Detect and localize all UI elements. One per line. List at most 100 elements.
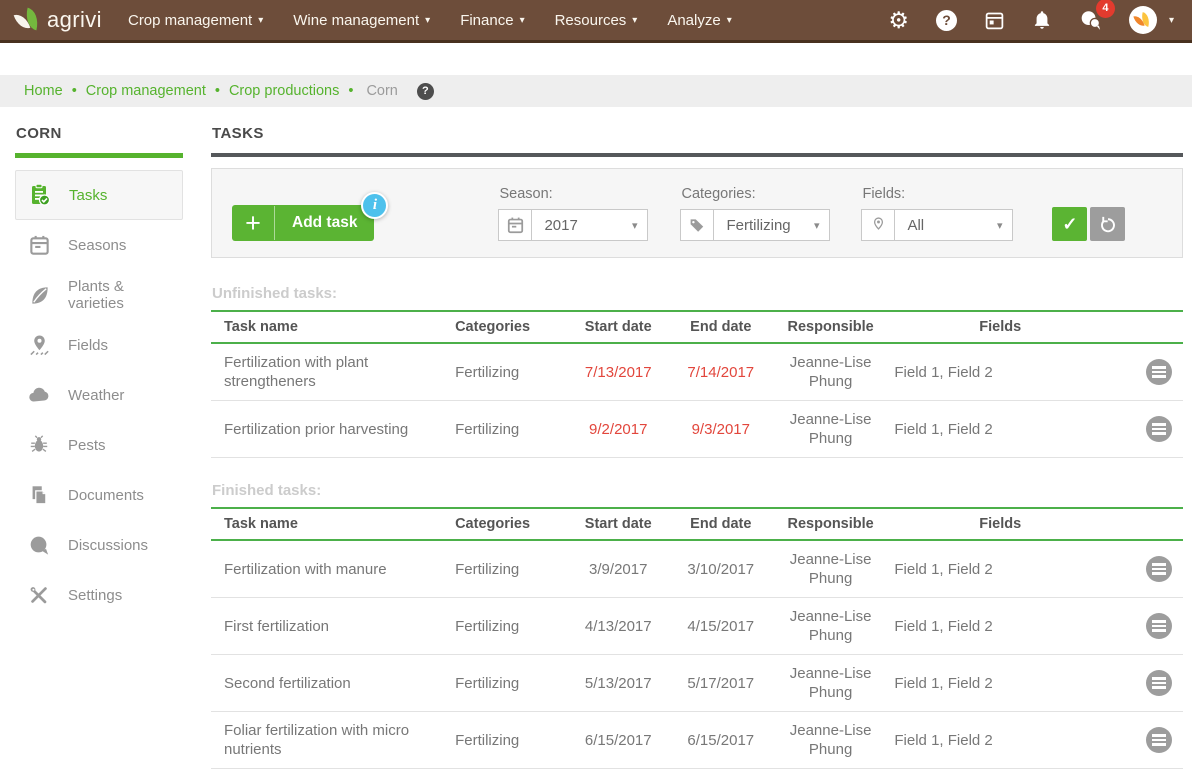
categories-select[interactable]: Fertilizing — [680, 209, 830, 241]
sidebar-item-discussions[interactable]: Discussions — [15, 520, 183, 570]
season-filter-group: Season: 2017 — [498, 186, 648, 241]
tag-icon — [681, 210, 714, 240]
sidebar-title: CORN — [16, 125, 183, 142]
calendar-icon — [499, 210, 532, 240]
table-row[interactable]: Fertilization with plant strengtheners F… — [211, 343, 1183, 401]
column-header: Fields — [890, 508, 1110, 540]
sidebar-item-label: Seasons — [68, 237, 126, 254]
end-date-cell: 6/15/2017 — [671, 712, 771, 769]
page-help-icon[interactable] — [417, 83, 434, 100]
chevron-down-icon — [632, 216, 648, 234]
sidebar-item-tasks[interactable]: Tasks — [15, 170, 183, 220]
fields-filter-group: Fields: All — [861, 186, 1013, 241]
category-cell: Fertilizing — [451, 343, 566, 401]
breadcrumb-current-page: Corn — [366, 83, 397, 99]
tasks-table: Task nameCategoriesStart dateEnd dateRes… — [211, 310, 1183, 458]
bell-icon[interactable] — [1032, 10, 1052, 30]
table-header-row: Task nameCategoriesStart dateEnd dateRes… — [211, 508, 1183, 540]
end-date-cell: 5/17/2017 — [671, 655, 771, 712]
breadcrumb-link-home[interactable]: Home — [24, 83, 63, 99]
row-menu-icon[interactable] — [1146, 670, 1172, 696]
sidebar-item-documents[interactable]: Documents — [15, 470, 183, 520]
gear-icon[interactable] — [888, 9, 909, 32]
category-cell: Fertilizing — [451, 401, 566, 458]
row-action-cell — [1110, 598, 1183, 655]
column-header: Categories — [451, 311, 566, 343]
sidebar-accent-rule — [15, 153, 183, 158]
messages-icon[interactable]: 4 — [1079, 9, 1102, 32]
row-action-cell — [1110, 540, 1183, 598]
sidebar-item-weather[interactable]: Weather — [15, 370, 183, 420]
add-task-button[interactable]: Add task — [232, 205, 374, 241]
column-header: Task name — [211, 311, 451, 343]
row-menu-icon[interactable] — [1146, 416, 1172, 442]
nav-item-resources[interactable]: Resources — [555, 12, 638, 29]
season-value: 2017 — [532, 217, 631, 234]
top-navigation-bar: agrivi Crop management Wine management F… — [0, 0, 1192, 43]
nav-item-wine-management[interactable]: Wine management — [293, 12, 430, 29]
nav-item-crop-management[interactable]: Crop management — [128, 12, 263, 29]
refresh-button[interactable] — [1090, 207, 1125, 241]
sidebar-item-seasons[interactable]: Seasons — [15, 220, 183, 270]
season-label: Season: — [499, 186, 648, 202]
categories-label: Categories: — [681, 186, 830, 202]
table-row[interactable]: Fertilization with manure Fertilizing 3/… — [211, 540, 1183, 598]
row-menu-icon[interactable] — [1146, 613, 1172, 639]
page-title: TASKS — [212, 125, 1183, 142]
breadcrumb-link-crop-management[interactable]: Crop management — [86, 83, 206, 99]
sidebar-item-pests[interactable]: Pests — [15, 420, 183, 470]
responsible-cell: Jeanne-Lise Phung — [771, 401, 891, 458]
categories-value: Fertilizing — [714, 217, 813, 234]
sidebar-item-label: Pests — [68, 437, 106, 454]
column-header: Fields — [890, 311, 1110, 343]
column-header-actions — [1110, 311, 1183, 343]
calendar-icon[interactable] — [984, 10, 1005, 31]
breadcrumb-link-crop-productions[interactable]: Crop productions — [229, 83, 339, 99]
agrivi-logo[interactable]: agrivi — [14, 6, 102, 34]
start-date-cell: 7/13/2017 — [566, 343, 671, 401]
sidebar-item-label: Plants & varieties — [68, 278, 171, 312]
user-menu[interactable] — [1129, 6, 1174, 34]
nav-item-analyze[interactable]: Analyze — [667, 12, 731, 29]
fields-value: All — [895, 217, 996, 234]
sidebar-item-settings[interactable]: Settings — [15, 570, 183, 620]
end-date-cell: 9/3/2017 — [671, 401, 771, 458]
table-row[interactable]: Foliar fertilization with micro nutrient… — [211, 712, 1183, 769]
row-menu-icon[interactable] — [1146, 359, 1172, 385]
column-header: Task name — [211, 508, 451, 540]
chevron-down-icon — [814, 216, 830, 234]
fields-cell: Field 1, Field 2 — [890, 401, 1110, 458]
sidebar-item-fields[interactable]: Fields — [15, 320, 183, 370]
section-heading: Finished tasks: — [212, 482, 1183, 499]
apply-filters-button[interactable] — [1052, 207, 1087, 241]
info-badge-icon[interactable] — [361, 192, 388, 219]
documents-icon — [27, 483, 51, 507]
task-name-cell: Foliar fertilization with micro nutrient… — [211, 712, 451, 769]
table-header-row: Task nameCategoriesStart dateEnd dateRes… — [211, 311, 1183, 343]
fields-select[interactable]: All — [861, 209, 1013, 241]
unread-messages-badge: 4 — [1096, 0, 1115, 18]
sidebar-item-label: Discussions — [68, 537, 148, 554]
chevron-down-icon — [997, 216, 1013, 234]
season-select[interactable]: 2017 — [498, 209, 648, 241]
tasks-icon — [28, 183, 52, 207]
table-row[interactable]: Fertilization prior harvesting Fertilizi… — [211, 401, 1183, 458]
leaf-icon — [27, 283, 51, 307]
nav-item-finance[interactable]: Finance — [460, 12, 524, 29]
category-cell: Fertilizing — [451, 712, 566, 769]
fields-cell: Field 1, Field 2 — [890, 540, 1110, 598]
row-menu-icon[interactable] — [1146, 727, 1172, 753]
help-icon[interactable] — [936, 10, 957, 31]
row-menu-icon[interactable] — [1146, 556, 1172, 582]
end-date-cell: 3/10/2017 — [671, 540, 771, 598]
table-row[interactable]: Second fertilization Fertilizing 5/13/20… — [211, 655, 1183, 712]
filter-action-buttons — [1052, 207, 1125, 241]
sidebar-item-label: Tasks — [69, 187, 107, 204]
sidebar-item-plants-varieties[interactable]: Plants & varieties — [15, 270, 183, 320]
task-name-cell: Second fertilization — [211, 655, 451, 712]
main-accent-rule — [211, 153, 1183, 157]
table-row[interactable]: First fertilization Fertilizing 4/13/201… — [211, 598, 1183, 655]
add-task-group: Add task — [232, 205, 374, 241]
fields-cell: Field 1, Field 2 — [890, 598, 1110, 655]
breadcrumb-separator: • — [348, 83, 353, 99]
